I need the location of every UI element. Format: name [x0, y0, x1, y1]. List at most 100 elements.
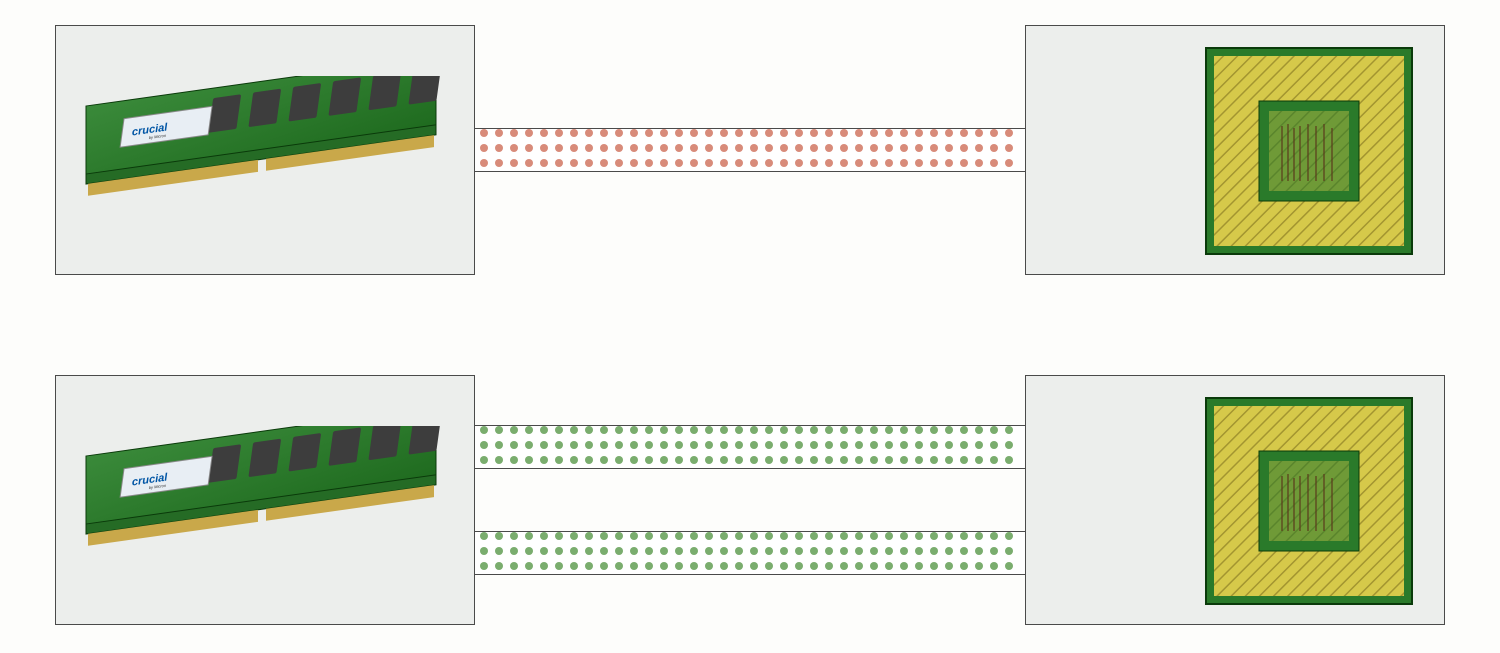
data-dot: [930, 562, 938, 570]
data-dot: [1005, 144, 1013, 152]
data-dot: [660, 562, 668, 570]
data-dot: [990, 547, 998, 555]
data-dot: [930, 456, 938, 464]
data-dot: [615, 129, 623, 137]
data-dot: [900, 426, 908, 434]
data-dot: [780, 144, 788, 152]
data-dot: [750, 426, 758, 434]
data-dot: [840, 129, 848, 137]
data-dot: [990, 456, 998, 464]
data-dot: [960, 159, 968, 167]
data-dot: [495, 456, 503, 464]
data-dot: [810, 159, 818, 167]
data-dot: [885, 441, 893, 449]
data-dot: [885, 562, 893, 570]
data-dot: [840, 159, 848, 167]
data-dot: [885, 144, 893, 152]
data-dot: [900, 129, 908, 137]
data-dot: [675, 159, 683, 167]
data-dot: [840, 144, 848, 152]
data-dot: [570, 547, 578, 555]
data-dot: [735, 129, 743, 137]
data-dot: [945, 129, 953, 137]
data-dot: [1005, 532, 1013, 540]
data-dot: [915, 562, 923, 570]
data-dot: [780, 129, 788, 137]
ram-module-icon: crucial by Micron: [76, 426, 456, 576]
data-dot: [750, 159, 758, 167]
data-dot: [645, 562, 653, 570]
data-dot: [750, 129, 758, 137]
data-dot: [975, 144, 983, 152]
data-dot: [660, 532, 668, 540]
data-dot: [870, 129, 878, 137]
data-dot: [495, 441, 503, 449]
data-dot: [1005, 441, 1013, 449]
data-dot: [1005, 426, 1013, 434]
data-dot: [765, 441, 773, 449]
data-dot: [735, 532, 743, 540]
data-dot: [630, 129, 638, 137]
data-dot: [855, 441, 863, 449]
dual-channel-row: crucial by Micron: [55, 375, 1445, 625]
data-dot: [600, 129, 608, 137]
data-dot: [540, 426, 548, 434]
data-dot: [525, 129, 533, 137]
data-dot: [660, 441, 668, 449]
data-dot: [570, 144, 578, 152]
data-dot: [825, 441, 833, 449]
data-dot: [900, 456, 908, 464]
data-dot: [690, 547, 698, 555]
data-dot: [675, 441, 683, 449]
data-flow-dots: [480, 129, 1080, 167]
data-dot: [735, 456, 743, 464]
data-dot: [915, 441, 923, 449]
data-dot: [630, 426, 638, 434]
data-dot: [645, 532, 653, 540]
data-dot: [825, 562, 833, 570]
data-dot: [690, 532, 698, 540]
data-dot: [585, 456, 593, 464]
data-dot: [885, 456, 893, 464]
data-dot: [885, 129, 893, 137]
data-dot: [720, 547, 728, 555]
data-dot: [480, 532, 488, 540]
data-dot: [930, 144, 938, 152]
data-dot: [540, 562, 548, 570]
data-dot: [900, 441, 908, 449]
data-dot: [840, 456, 848, 464]
data-dot: [630, 144, 638, 152]
data-dot: [825, 532, 833, 540]
data-dot: [960, 129, 968, 137]
data-dot: [510, 426, 518, 434]
data-dot: [945, 441, 953, 449]
data-dot: [945, 532, 953, 540]
data-dot: [840, 562, 848, 570]
data-dot: [525, 562, 533, 570]
data-dot: [675, 426, 683, 434]
data-dot: [540, 159, 548, 167]
data-dot: [870, 159, 878, 167]
data-dot: [705, 159, 713, 167]
data-dot: [990, 159, 998, 167]
data-dot: [630, 441, 638, 449]
data-dot: [960, 426, 968, 434]
data-dot: [975, 129, 983, 137]
data-dot: [525, 426, 533, 434]
data-dot: [585, 129, 593, 137]
data-dot: [495, 562, 503, 570]
data-dot: [645, 441, 653, 449]
single-channel-row: crucial by Micron: [55, 25, 1445, 275]
data-dot: [975, 441, 983, 449]
data-dot: [480, 129, 488, 137]
data-dot: [825, 547, 833, 555]
data-dot: [1005, 159, 1013, 167]
data-dot: [870, 144, 878, 152]
data-dot: [540, 441, 548, 449]
data-dot: [735, 547, 743, 555]
data-dot: [750, 441, 758, 449]
data-dot: [885, 532, 893, 540]
data-dot: [780, 532, 788, 540]
data-dot: [525, 159, 533, 167]
data-dot: [600, 426, 608, 434]
